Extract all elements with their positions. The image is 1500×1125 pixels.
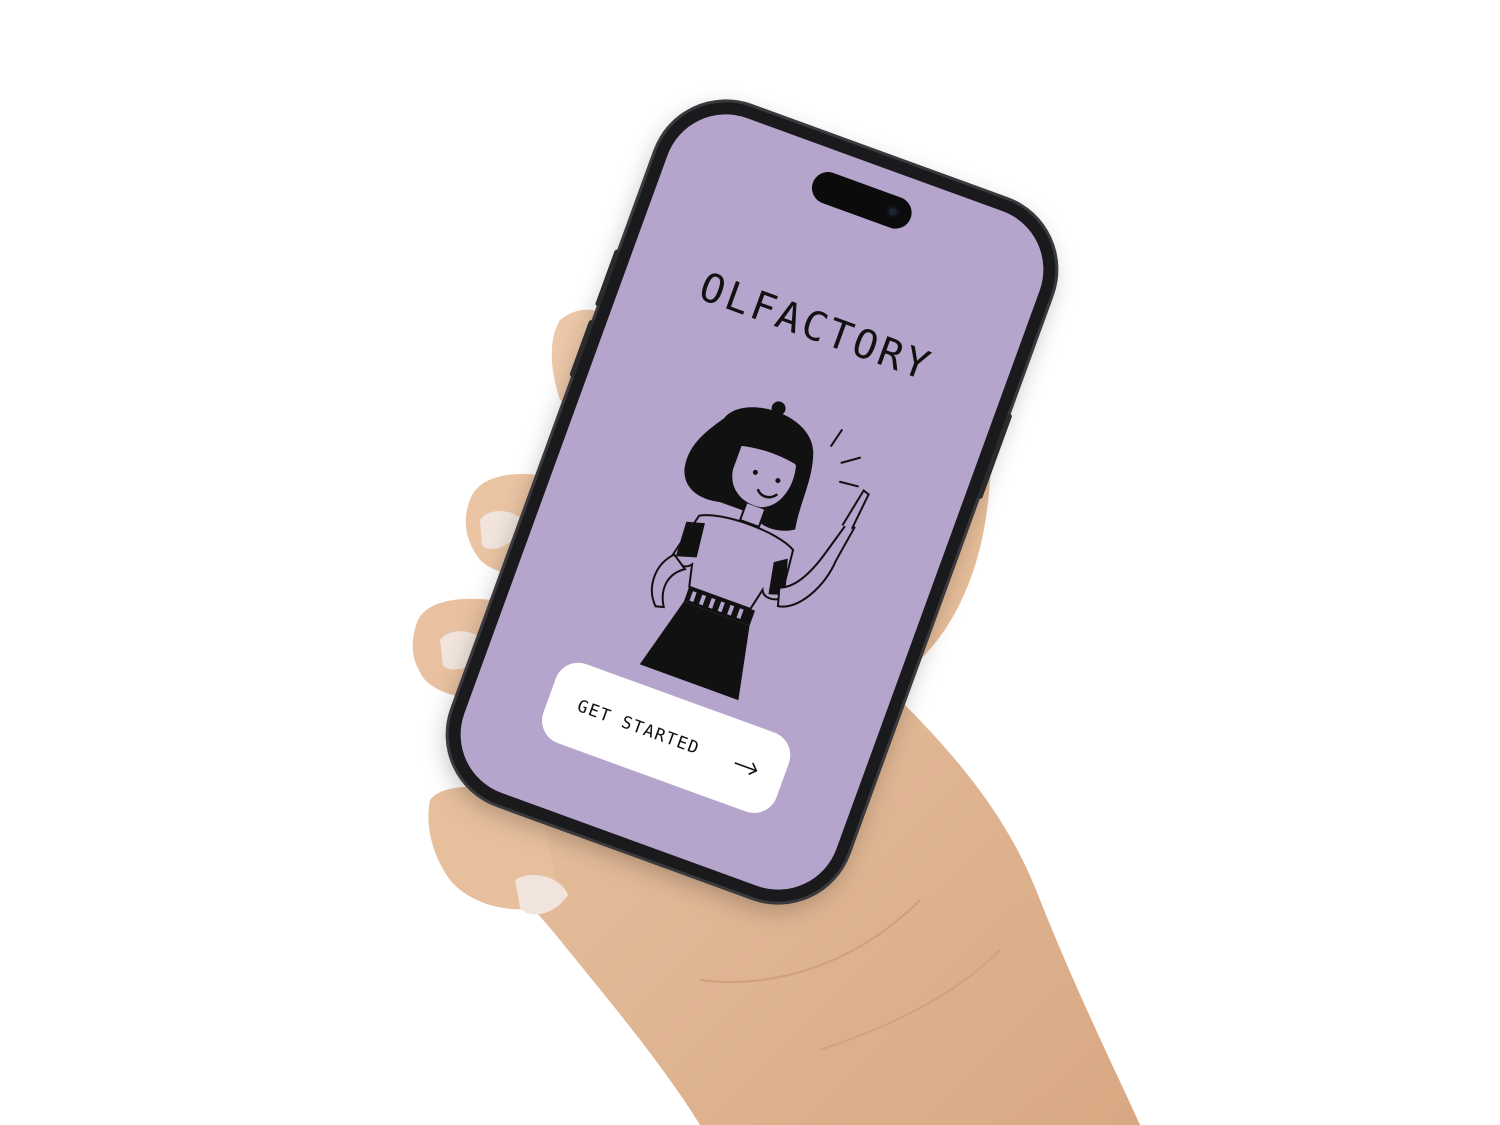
woman-pointing-up-illustration: [639, 401, 870, 701]
mockup-stage: OLFACTORY GET STARTED: [0, 0, 1500, 1125]
dynamic-island: [807, 167, 917, 234]
front-camera-icon: [883, 202, 902, 221]
get-started-label: GET STARTED: [574, 696, 703, 760]
arrow-right-icon: [734, 762, 758, 776]
